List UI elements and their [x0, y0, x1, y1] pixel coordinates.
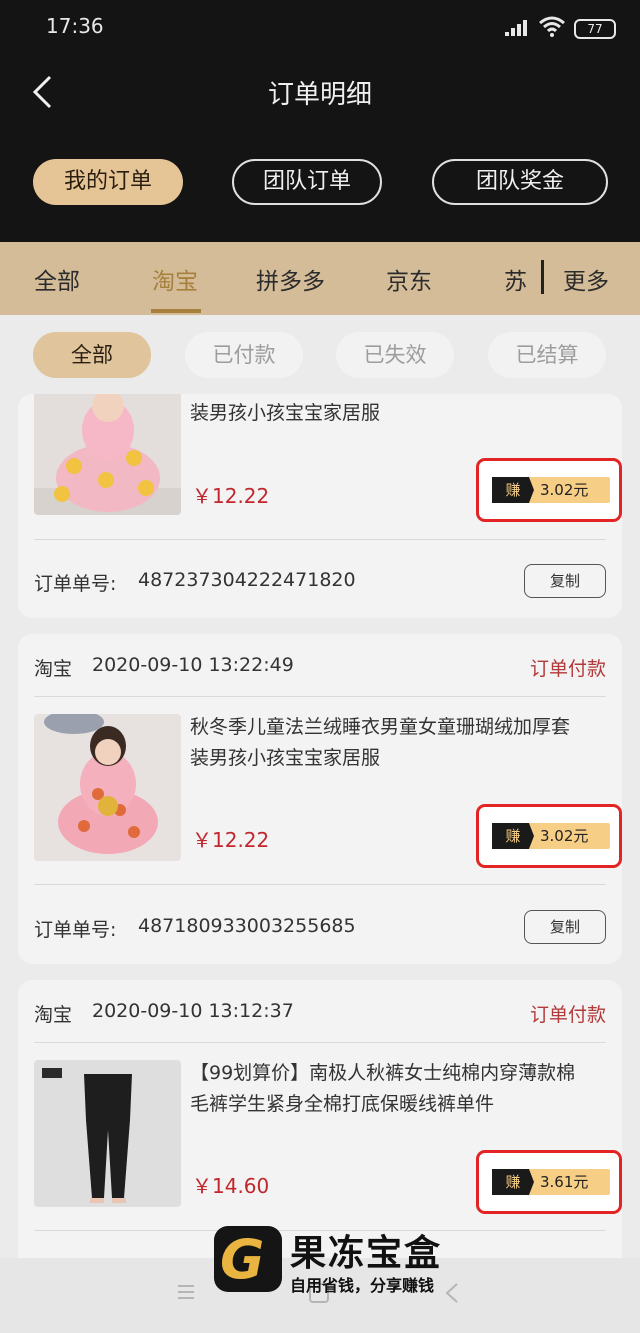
watermark-name: 果冻宝盒	[290, 1233, 443, 1274]
product-image[interactable]	[34, 1060, 181, 1207]
product-title[interactable]: 装男孩小孩宝宝家居服	[190, 398, 606, 429]
product-title-line: 装男孩小孩宝宝家居服	[190, 747, 381, 769]
filter-invalid[interactable]: 已失效	[336, 332, 454, 378]
order-status: 订单付款	[529, 1004, 606, 1026]
order-number-label: 订单单号:	[34, 919, 117, 941]
status-time: 17:36	[46, 14, 104, 38]
order-card: 装男孩小孩宝宝家居服 ￥12.22 赚 3.02元 订单单号: 48723730…	[18, 394, 622, 618]
order-date: 2020-09-10 13:12:37	[92, 1000, 294, 1022]
order-status: 订单付款	[529, 658, 606, 680]
wifi-icon	[539, 16, 565, 37]
platform-tab-more[interactable]: 更多	[563, 262, 609, 296]
product-title[interactable]: 秋冬季儿童法兰绒睡衣男童女童珊瑚绒加厚套 装男孩小孩宝宝家居服	[190, 712, 606, 774]
order-number-label: 订单单号:	[34, 573, 117, 595]
status-bar: 17:36 77	[0, 0, 640, 56]
menu-icon[interactable]	[176, 1282, 196, 1302]
active-tab-indicator	[151, 309, 201, 313]
top-navigation: 订单明细 我的订单 团队订单 团队奖金	[0, 56, 640, 242]
divider	[34, 1042, 606, 1043]
watermark-logo: G	[214, 1226, 282, 1292]
order-number: 487180933003255685	[138, 915, 356, 937]
product-title-line: 毛裤学生紧身全棉打底保暖线裤单件	[190, 1093, 495, 1115]
divider	[34, 884, 606, 885]
platform-tab-jd[interactable]: 京东	[386, 262, 432, 296]
platform-tab-all[interactable]: 全部	[34, 262, 80, 296]
product-title-line: 秋冬季儿童法兰绒睡衣男童女童珊瑚绒加厚套	[190, 716, 571, 738]
product-title-line: 【99划算价】南极人秋裤女士纯棉内穿薄款棉	[190, 1062, 576, 1084]
copy-button[interactable]: 复制	[524, 910, 606, 944]
signal-icon	[505, 18, 531, 36]
tab-team-orders[interactable]: 团队订单	[232, 159, 382, 205]
filter-settled[interactable]: 已结算	[488, 332, 606, 378]
product-price: ￥12.22	[192, 828, 270, 852]
filter-all[interactable]: 全部	[33, 332, 151, 378]
order-platform: 淘宝	[34, 658, 73, 680]
platform-tab-pinduoduo[interactable]: 拼多多	[256, 262, 325, 296]
tab-my-orders[interactable]: 我的订单	[33, 159, 183, 205]
order-platform: 淘宝	[34, 1004, 73, 1026]
earn-amount: 3.61元	[540, 1173, 589, 1191]
order-date: 2020-09-10 13:22:49	[92, 654, 294, 676]
tab-divider	[541, 260, 544, 294]
platform-tabs: 全部 淘宝 拼多多 京东 苏 更多	[0, 242, 640, 315]
battery-icon: 77	[574, 19, 616, 39]
filter-paid[interactable]: 已付款	[185, 332, 303, 378]
page-title: 订单明细	[267, 80, 372, 110]
order-number: 487237304222471820	[138, 569, 356, 591]
product-title[interactable]: 【99划算价】南极人秋裤女士纯棉内穿薄款棉 毛裤学生紧身全棉打底保暖线裤单件	[190, 1058, 606, 1120]
earn-amount: 3.02元	[540, 827, 589, 845]
earn-badge: 赚 3.61元	[476, 1150, 622, 1214]
product-image[interactable]	[34, 394, 181, 515]
earn-amount: 3.02元	[540, 481, 589, 499]
earn-badge: 赚 3.02元	[476, 458, 622, 522]
tab-team-bonus[interactable]: 团队奖金	[432, 159, 608, 205]
platform-tab-taobao[interactable]: 淘宝	[152, 262, 198, 296]
watermark-slogan: 自用省钱，分享赚钱	[290, 1276, 435, 1295]
earn-badge: 赚 3.02元	[476, 804, 622, 868]
divider	[34, 696, 606, 697]
earn-label: 赚	[492, 1169, 534, 1195]
earn-label: 赚	[492, 823, 534, 849]
product-image[interactable]	[34, 714, 181, 861]
copy-button[interactable]: 复制	[524, 564, 606, 598]
order-card: 淘宝 2020-09-10 13:22:49 订单付款 秋冬季儿童法兰绒睡衣男童…	[18, 634, 622, 964]
watermark: G 果冻宝盒 自用省钱，分享赚钱	[214, 1226, 464, 1296]
earn-label: 赚	[492, 477, 534, 503]
platform-tab-suning[interactable]: 苏	[504, 262, 527, 296]
product-price: ￥14.60	[192, 1174, 270, 1198]
product-price: ￥12.22	[192, 484, 270, 508]
divider	[34, 539, 606, 540]
